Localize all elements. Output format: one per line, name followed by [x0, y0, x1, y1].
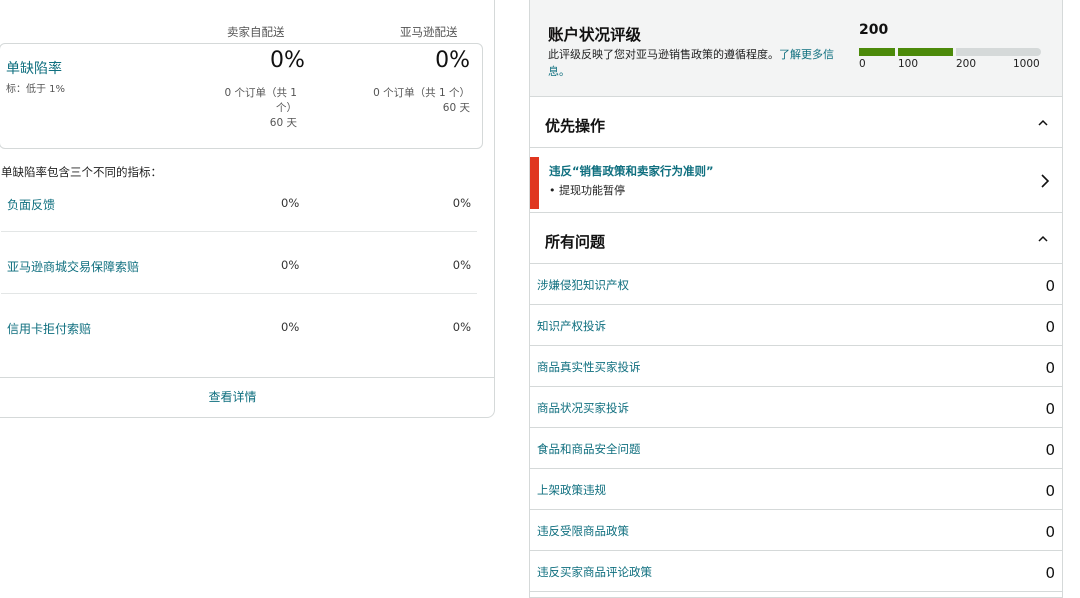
issue-label[interactable]: 违反受限商品政策: [537, 523, 629, 539]
priority-actions-title: 优先操作: [545, 117, 606, 135]
issue-label[interactable]: 商品状况买家投诉: [537, 400, 629, 416]
issue-row[interactable]: 商品真实性买家投诉 0: [530, 347, 1062, 387]
rating-score: 200: [859, 22, 889, 38]
odr-amazon-sub: 0 个订单（共 1 个） 60 天: [373, 87, 470, 114]
violation-title[interactable]: 违反“销售政策和卖家行为准则”: [549, 163, 714, 179]
order-defect-card: 卖家自配送 亚马逊配送 单缺陷率 标：低于 1% 0% 0 个订单（共 1 个）…: [0, 0, 495, 418]
rating-tick: 0: [859, 58, 866, 70]
chevron-right-icon[interactable]: [1040, 174, 1050, 188]
rating-tick: 100: [898, 58, 919, 70]
odr-self-pct: 0%: [270, 48, 305, 73]
all-issues-header[interactable]: 所有问题: [530, 214, 1062, 264]
rating-bar-segment: [956, 48, 1041, 56]
a-to-z-claims-link[interactable]: 亚马逊商城交易保障索赔: [7, 258, 139, 275]
odr-self-sub: 0 个订单（共 1 个） 60 天: [224, 87, 297, 129]
col-self-ship: 卖家自配送: [227, 25, 285, 39]
violation-subtext: • 提现功能暂停: [549, 184, 625, 197]
odr-target: 标：低于 1%: [6, 84, 66, 95]
sub-amazon-value: 0%: [452, 258, 471, 272]
issue-row[interactable]: 食品和商品安全问题 0: [530, 429, 1062, 469]
issue-count: 0: [1045, 564, 1055, 582]
priority-actions-header[interactable]: 优先操作: [530, 98, 1062, 148]
policy-violation-item[interactable]: 违反“销售政策和卖家行为准则” • 提现功能暂停: [530, 149, 1062, 213]
issue-count: 0: [1045, 359, 1055, 377]
rating-bar-segment: [898, 48, 953, 56]
order-defect-rate-box: 单缺陷率 标：低于 1% 0% 0 个订单（共 1 个） 60 天 0% 0 个…: [0, 43, 483, 149]
rating-tick: 1000: [1013, 58, 1040, 70]
issue-row[interactable]: 违反受限商品政策 0: [530, 511, 1062, 551]
rating-tick: 200: [956, 58, 977, 70]
issue-count: 0: [1045, 318, 1055, 336]
issue-row[interactable]: 违反买家商品评论政策 0: [530, 552, 1062, 592]
account-health-rating: 账户状况评级 此评级反映了您对亚马逊销售政策的遵循程度。了解更多信息。 200 …: [530, 0, 1062, 97]
sub-amazon-value: 0%: [452, 196, 471, 210]
divider: [0, 377, 494, 378]
odr-title[interactable]: 单缺陷率: [6, 58, 62, 78]
issue-count: 0: [1045, 523, 1055, 541]
col-amazon-ship: 亚马逊配送: [400, 25, 458, 39]
issue-label[interactable]: 知识产权投诉: [537, 318, 606, 334]
sub-amazon-value: 0%: [452, 320, 471, 334]
rating-bar-segment: [859, 48, 895, 56]
issue-row[interactable]: 商品状况买家投诉 0: [530, 388, 1062, 428]
all-issues-title: 所有问题: [545, 233, 606, 251]
sub-self-value: 0%: [281, 196, 300, 210]
odr-amazon-pct: 0%: [435, 48, 470, 73]
issue-label[interactable]: 涉嫌侵犯知识产权: [537, 277, 629, 293]
divider: [1, 293, 477, 294]
rating-description: 此评级反映了您对亚马逊销售政策的遵循程度。了解更多信息。: [548, 48, 834, 78]
issue-label[interactable]: 食品和商品安全问题: [537, 441, 641, 457]
chevron-up-icon[interactable]: [1038, 234, 1048, 244]
divider: [1, 231, 477, 232]
view-details-link[interactable]: 查看详情: [0, 388, 474, 405]
severity-bar: [530, 157, 539, 209]
chevron-up-icon[interactable]: [1038, 118, 1048, 128]
sub-self-value: 0%: [281, 258, 300, 272]
issue-label[interactable]: 上架政策违规: [537, 482, 606, 498]
negative-feedback-link[interactable]: 负面反馈: [7, 196, 55, 213]
issue-row[interactable]: 涉嫌侵犯知识产权 0: [530, 265, 1062, 305]
issue-label[interactable]: 商品真实性买家投诉: [537, 359, 641, 375]
chargeback-claims-link[interactable]: 信用卡拒付索赔: [7, 320, 91, 337]
issue-count: 0: [1045, 441, 1055, 459]
issue-count: 0: [1045, 400, 1055, 418]
issue-count: 0: [1045, 482, 1055, 500]
rating-title: 账户状况评级: [548, 26, 642, 44]
sub-self-value: 0%: [281, 320, 300, 334]
account-health-panel: 账户状况评级 此评级反映了您对亚马逊销售政策的遵循程度。了解更多信息。 200 …: [529, 0, 1063, 598]
issue-label[interactable]: 违反买家商品评论政策: [537, 564, 652, 580]
issue-row[interactable]: 上架政策违规 0: [530, 470, 1062, 510]
issue-row[interactable]: 知识产权投诉 0: [530, 306, 1062, 346]
sub-metric-row: 信用卡拒付索赔 0% 0%: [1, 302, 485, 364]
issue-count: 0: [1045, 277, 1055, 295]
